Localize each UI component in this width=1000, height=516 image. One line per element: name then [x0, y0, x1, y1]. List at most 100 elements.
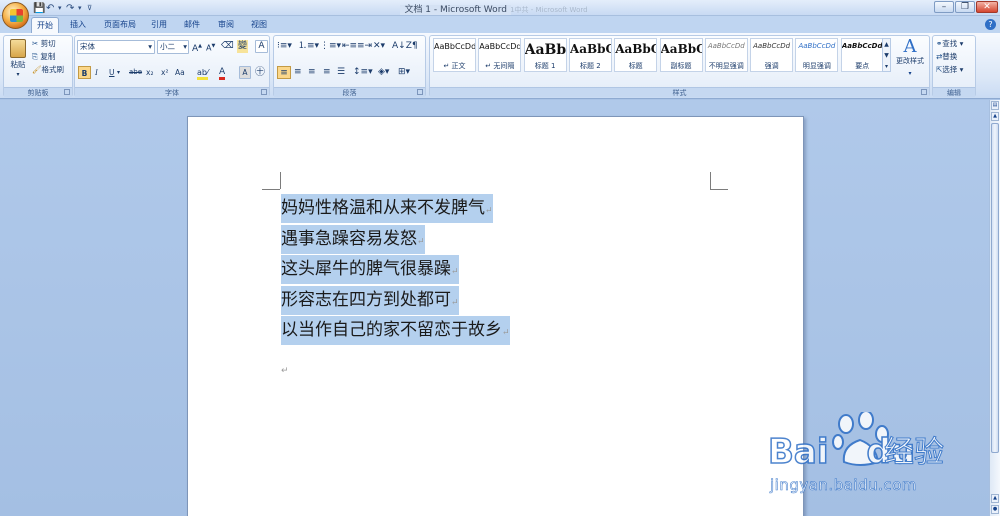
shading-icon[interactable]: ◈▾: [378, 66, 389, 79]
clipboard-group-label: 剪贴板: [4, 87, 72, 97]
style-tile-7[interactable]: AaBbCcDd 不明显强调: [704, 38, 748, 72]
phonetic-guide-icon[interactable]: 變: [237, 40, 249, 53]
find-button[interactable]: ⚭查找 ▾: [936, 37, 963, 50]
increase-indent-icon[interactable]: ≡⇥: [357, 40, 372, 53]
restore-button[interactable]: ❐: [955, 1, 975, 13]
multilevel-list-icon[interactable]: ⋮≡▾: [320, 40, 341, 53]
document-line[interactable]: 形容志在四方到处都可↵: [281, 285, 459, 315]
style-preview: AaBbCcDd: [707, 42, 745, 50]
tab-home[interactable]: 开始: [31, 17, 59, 34]
strikethrough-button[interactable]: abe: [129, 66, 142, 79]
highlight-icon[interactable]: ab⁄: [197, 66, 209, 80]
minimize-button[interactable]: –: [934, 1, 954, 13]
font-color-icon[interactable]: A: [219, 66, 226, 80]
bullets-icon[interactable]: ⁝≡▾: [277, 40, 292, 53]
dialog-launcher-icon[interactable]: [921, 89, 927, 95]
replace-button[interactable]: ⇄替换: [936, 50, 957, 63]
style-tile-9[interactable]: AaBbCcDd 明显强调: [795, 38, 839, 72]
customize-qat-icon[interactable]: ⊽: [87, 3, 92, 14]
sort-icon[interactable]: A↓Z: [392, 40, 412, 53]
watermark-url: jingyan.baidu.com: [770, 476, 917, 495]
style-name: 标题 1: [534, 62, 556, 70]
align-left-button[interactable]: ≡: [277, 66, 291, 79]
document-line[interactable]: 遇事急躁容易发怒↵: [281, 224, 425, 254]
clear-format-icon[interactable]: ⌫: [221, 40, 234, 53]
redo-dropdown-icon[interactable]: ▾: [78, 3, 82, 14]
document-line[interactable]: 这头犀牛的脾气很暴躁↵: [281, 255, 459, 284]
tab-view[interactable]: 视图: [247, 17, 271, 32]
style-tile-10[interactable]: AaBbCcDd 要点: [840, 38, 884, 72]
undo-dropdown-icon[interactable]: ▾: [58, 3, 62, 14]
paragraph-mark: ↵: [451, 297, 459, 308]
line-text: 遇事急躁容易发怒: [281, 228, 417, 249]
change-styles-button[interactable]: A 更改样式 ▾: [893, 37, 927, 79]
clipboard-group: 粘贴 ▾ ✂ 剪切 ⎘ 复制 🖌格式刷 剪贴板: [3, 35, 73, 97]
distributed-button[interactable]: ☰: [337, 66, 345, 79]
enclosed-character-icon[interactable]: ㊉: [255, 66, 265, 79]
tab-review[interactable]: 审阅: [214, 17, 238, 32]
subscript-button[interactable]: x₂: [146, 66, 153, 79]
save-icon[interactable]: 💾: [33, 3, 45, 14]
redo-icon[interactable]: ↷: [66, 3, 74, 14]
line-spacing-icon[interactable]: ↕≡▾: [353, 66, 373, 79]
format-painter-button[interactable]: 🖌格式刷: [32, 63, 64, 76]
style-tile-6[interactable]: AaBbC 副标题: [659, 38, 703, 72]
scroll-thumb[interactable]: [991, 123, 999, 453]
document-line[interactable]: 以当作自己的家不留恋于故乡↵: [281, 316, 510, 345]
paragraph-mark: ↵: [417, 236, 425, 247]
tab-page-layout[interactable]: 页面布局: [100, 17, 140, 32]
borders-icon[interactable]: ⊞▾: [398, 66, 410, 79]
paragraph-mark: ↵: [502, 328, 510, 338]
style-preview: AaBbCcDd: [841, 42, 883, 50]
office-button[interactable]: [2, 2, 29, 29]
style-name: ↵ 无间隔: [485, 62, 515, 70]
style-tile-5[interactable]: AaBbC 标题: [614, 38, 658, 72]
copy-button[interactable]: ⎘ 复制: [32, 50, 55, 63]
style-tile-1[interactable]: AaBbCcDd ↵ 正文: [433, 38, 476, 72]
align-right-button[interactable]: ≡: [308, 66, 316, 79]
style-tile-3[interactable]: AaBb 标题 1: [523, 38, 567, 72]
character-shading-icon[interactable]: A: [239, 66, 251, 79]
style-tile-8[interactable]: AaBbCcDd 强调: [750, 38, 794, 72]
window-title: 整改单1中共 - Microsoft Word 文档 1 - Microsoft…: [300, 2, 700, 15]
dialog-launcher-icon[interactable]: [417, 89, 423, 95]
undo-icon[interactable]: ↶: [46, 3, 54, 14]
decrease-indent-icon[interactable]: ⇤≡: [342, 40, 357, 53]
scroll-up-icon[interactable]: ▲: [991, 112, 999, 121]
show-marks-icon[interactable]: ¶: [412, 40, 418, 53]
dialog-launcher-icon[interactable]: [64, 89, 70, 95]
grow-font-icon[interactable]: A▲: [192, 40, 202, 54]
dialog-launcher-icon[interactable]: [261, 89, 267, 95]
change-case-button[interactable]: Aa: [175, 66, 185, 79]
underline-dropdown-icon[interactable]: ▾: [117, 66, 120, 79]
font-size-select[interactable]: 小二 ▾: [157, 40, 189, 54]
font-family-select[interactable]: 宋体 ▾: [77, 40, 155, 54]
superscript-button[interactable]: x²: [161, 66, 168, 79]
paste-button[interactable]: 粘贴 ▾: [8, 39, 28, 83]
numbering-icon[interactable]: ⒈≡▾: [298, 40, 319, 53]
ruler-toggle-icon[interactable]: ▤: [991, 101, 999, 110]
underline-button[interactable]: U: [109, 66, 115, 79]
tab-mailings[interactable]: 邮件: [180, 17, 204, 32]
italic-button[interactable]: I: [95, 66, 98, 79]
paragraph-mark: ↵: [281, 366, 289, 376]
bold-button[interactable]: B: [78, 66, 91, 79]
styles-scroll[interactable]: ▲ ▼ ▾: [882, 38, 891, 72]
document-line[interactable]: 妈妈性格温和从来不发脾气↵: [281, 194, 493, 223]
style-tile-2[interactable]: AaBbCcDd ↵ 无间隔: [478, 38, 522, 72]
align-center-button[interactable]: ≡: [294, 66, 302, 79]
tab-references[interactable]: 引用: [147, 17, 171, 32]
tab-insert[interactable]: 插入: [66, 17, 90, 32]
asian-layout-icon[interactable]: ✕▾: [373, 40, 385, 53]
cut-button[interactable]: ✂ 剪切: [32, 37, 56, 50]
character-border-icon[interactable]: A: [255, 40, 268, 53]
line-text: 妈妈性格温和从来不发脾气: [281, 198, 485, 218]
line-text: 以当作自己的家不留恋于故乡: [281, 320, 502, 340]
shrink-font-icon[interactable]: A▼: [206, 40, 215, 53]
paragraph-group-label: 段落: [274, 87, 425, 97]
help-icon[interactable]: ?: [985, 19, 996, 30]
close-button[interactable]: ✕: [976, 1, 998, 13]
select-button[interactable]: ⇱选择 ▾: [936, 63, 963, 76]
style-tile-4[interactable]: AaBbC 标题 2: [568, 38, 612, 72]
justify-button[interactable]: ≡: [323, 66, 331, 79]
